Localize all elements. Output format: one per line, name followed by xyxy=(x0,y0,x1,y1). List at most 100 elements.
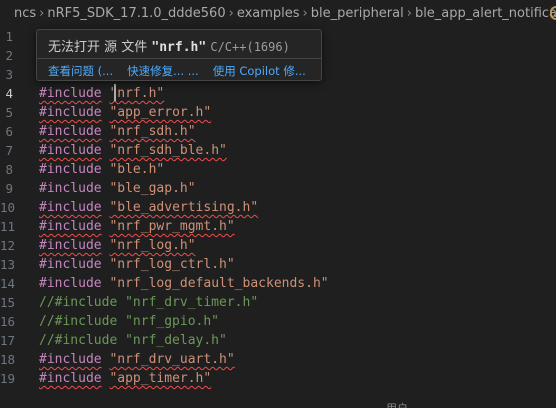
line-number: 19 xyxy=(0,371,16,386)
code-text[interactable]: #include "app_timer.h" xyxy=(39,369,211,388)
include-path: "nrf_sdh_ble.h" xyxy=(109,143,227,158)
code-comment[interactable]: //#include "nrf_delay.h" xyxy=(39,331,227,350)
code-line[interactable]: 13 #include "nrf_log_ctrl.h" xyxy=(0,255,556,274)
line-number: 15 xyxy=(0,295,16,310)
include-directive: #include xyxy=(39,181,102,196)
code-editor[interactable]: 1 2 3 4 #include "nrf.h" 5 #include "app… xyxy=(0,27,556,408)
line-number: 10 xyxy=(0,200,16,215)
include-directive: #include xyxy=(39,105,102,120)
line-number: 2 xyxy=(5,48,13,63)
error-hover-popup: 无法打开 源 文件 "nrf.h" C/C++(1696) 查看问题 (... 快… xyxy=(36,29,322,81)
include-path: "app_timer.h" xyxy=(109,371,212,386)
line-number: 14 xyxy=(0,276,16,291)
code-line[interactable]: 11 #include "nrf_pwr_mgmt.h" xyxy=(0,217,556,236)
line-number: 5 xyxy=(5,105,13,120)
include-directive: #include xyxy=(39,200,102,215)
hover-actions: 查看问题 (... 快速修复... ... 使用 Copilot 修... xyxy=(48,63,306,79)
line-number: 9 xyxy=(5,181,13,196)
breadcrumb: ncs › nRF5_SDK_17.1.0_ddde560 › examples › ble… xyxy=(0,0,556,27)
code-text[interactable]: #include "nrf_sdh_ble.h" xyxy=(39,141,227,160)
line-number: 6 xyxy=(5,124,13,139)
code-text[interactable]: #include "ble_advertising.h" xyxy=(39,198,258,217)
code-line[interactable]: 12 #include "nrf_log.h" xyxy=(0,236,556,255)
include-directive: #include xyxy=(39,143,102,158)
include-path: "nrf_log.h" xyxy=(109,238,196,253)
include-path: "ble.h" xyxy=(109,162,165,177)
code-text[interactable]: #include "nrf_log_ctrl.h" xyxy=(39,255,235,274)
line-number: 1 xyxy=(5,29,13,44)
include-path: "nrf_drv_uart.h" xyxy=(109,352,235,367)
include-path: "nrf_log_ctrl.h" xyxy=(109,257,235,272)
breadcrumb-separator-icon: › xyxy=(406,6,412,21)
include-directive: #include xyxy=(39,257,102,272)
code-line[interactable]: 7 #include "nrf_sdh_ble.h" xyxy=(0,141,556,160)
quick-fix-link[interactable]: 快速修复... ... xyxy=(127,64,199,78)
code-line[interactable]: 17 //#include "nrf_delay.h" xyxy=(0,331,556,350)
code-text[interactable]: #include "nrf_pwr_mgmt.h" xyxy=(39,217,235,236)
breadcrumb-item-project[interactable]: ble_app_alert_notification xyxy=(415,6,556,21)
code-line[interactable]: 15 //#include "nrf_drv_timer.h" xyxy=(0,293,556,312)
clipped-text-fragment: 用户 xyxy=(386,400,426,408)
include-directive: #include xyxy=(39,124,102,139)
code-text[interactable]: #include "ble_gap.h" xyxy=(39,179,196,198)
text-cursor xyxy=(114,84,116,101)
include-path: "nrf.h" xyxy=(109,86,165,101)
code-text[interactable]: #include "nrf.h" xyxy=(39,84,164,103)
line-number: 12 xyxy=(0,238,16,253)
line-number: 3 xyxy=(5,67,13,82)
error-message: 无法打开 源 文件 "nrf.h" C/C++(1696) xyxy=(48,36,290,55)
code-line[interactable]: 5 #include "app_error.h" xyxy=(0,103,556,122)
code-text[interactable]: #include "app_error.h" xyxy=(39,103,211,122)
code-line[interactable]: 10 #include "ble_advertising.h" xyxy=(0,198,556,217)
breadcrumb-separator-icon: › xyxy=(39,6,45,21)
line-number: 8 xyxy=(5,162,13,177)
error-source: C/C++(1696) xyxy=(210,40,290,54)
code-line[interactable]: 8 #include "ble.h" xyxy=(0,160,556,179)
include-directive: #include xyxy=(39,162,102,177)
code-text[interactable]: #include "nrf_log_default_backends.h" xyxy=(39,274,329,293)
breadcrumb-item-ncs[interactable]: ncs xyxy=(14,6,36,21)
include-path: "ble_advertising.h" xyxy=(109,200,259,215)
code-line[interactable]: 19 #include "app_timer.h" xyxy=(0,369,556,388)
include-path: "app_error.h" xyxy=(109,105,212,120)
breadcrumb-item-ble-peripheral[interactable]: ble_peripheral xyxy=(311,6,404,21)
include-path: "nrf_sdh.h" xyxy=(109,124,196,139)
breadcrumb-separator-icon: › xyxy=(228,6,234,21)
error-filename: "nrf.h" xyxy=(151,40,207,55)
code-text[interactable]: #include "nrf_drv_uart.h" xyxy=(39,350,235,369)
c-file-icon[interactable] xyxy=(550,6,556,20)
line-number: 11 xyxy=(0,219,16,234)
line-number: 16 xyxy=(0,314,16,329)
include-directive: #include xyxy=(39,219,102,234)
code-line-active[interactable]: 4 #include "nrf.h" xyxy=(0,84,556,103)
include-directive: #include xyxy=(39,86,102,101)
copilot-fix-link[interactable]: 使用 Copilot 修... xyxy=(213,64,306,78)
error-message-prefix: 无法打开 源 文件 xyxy=(48,40,148,55)
code-line[interactable]: 9 #include "ble_gap.h" xyxy=(0,179,556,198)
include-directive: #include xyxy=(39,352,102,367)
line-number: 13 xyxy=(0,257,16,272)
breadcrumb-item-sdk[interactable]: nRF5_SDK_17.1.0_ddde560 xyxy=(47,6,225,21)
code-text[interactable]: #include "nrf_log.h" xyxy=(39,236,196,255)
code-text[interactable]: #include "ble.h" xyxy=(39,160,164,179)
include-path: "ble_gap.h" xyxy=(109,181,196,196)
include-directive: #include xyxy=(39,276,102,291)
include-directive: #include xyxy=(39,371,102,386)
breadcrumb-item-examples[interactable]: examples xyxy=(237,6,300,21)
breadcrumb-separator-icon: › xyxy=(302,6,308,21)
view-problem-link[interactable]: 查看问题 (... xyxy=(48,64,113,78)
include-path: "nrf_pwr_mgmt.h" xyxy=(109,219,235,234)
line-number: 17 xyxy=(0,333,16,348)
code-comment[interactable]: //#include "nrf_drv_timer.h" xyxy=(39,293,258,312)
code-comment[interactable]: //#include "nrf_gpio.h" xyxy=(39,312,219,331)
code-line[interactable]: 14 #include "nrf_log_default_backends.h" xyxy=(0,274,556,293)
code-text[interactable]: #include "nrf_sdh.h" xyxy=(39,122,196,141)
include-directive: #include xyxy=(39,238,102,253)
code-line[interactable]: 18 #include "nrf_drv_uart.h" xyxy=(0,350,556,369)
hover-divider xyxy=(37,58,321,59)
line-number: 18 xyxy=(0,352,16,367)
line-number: 7 xyxy=(5,143,13,158)
code-line[interactable]: 6 #include "nrf_sdh.h" xyxy=(0,122,556,141)
include-path: "nrf_log_default_backends.h" xyxy=(109,276,329,291)
code-line[interactable]: 16 //#include "nrf_gpio.h" xyxy=(0,312,556,331)
